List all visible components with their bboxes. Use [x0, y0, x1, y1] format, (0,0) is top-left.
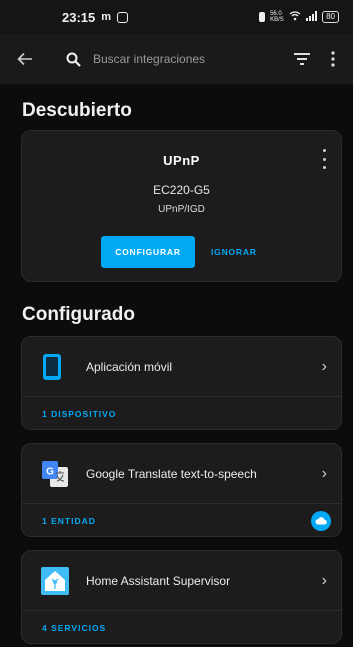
integration-header[interactable]: G Google Translate text-to-speech ›	[22, 444, 341, 504]
discovered-card: UPnP EC220-G5 UPnP/IGD CONFIGURAR IGNORA…	[21, 130, 342, 282]
chevron-right-icon: ›	[321, 357, 327, 375]
network-speed: 56.0 KB/S	[270, 11, 284, 23]
dot	[322, 149, 326, 152]
status-left: 23:15 m	[62, 9, 129, 25]
vibrate-icon	[259, 12, 266, 22]
integration-card-google-translate: G Google Translate text-to-speech › 1 EN…	[21, 443, 342, 537]
overflow-menu-button[interactable]	[323, 44, 343, 74]
search-bar[interactable]	[66, 51, 287, 67]
arrow-left-icon	[17, 52, 32, 66]
app-bar	[0, 34, 353, 84]
m-icon: m	[101, 11, 112, 23]
search-icon	[66, 52, 81, 67]
svg-text:G: G	[46, 466, 54, 477]
upnp-logo: UPnP	[163, 153, 200, 168]
google-translate-icon: G	[40, 460, 70, 488]
devices-link[interactable]: 1 DISPOSITIVO	[42, 409, 116, 419]
device-protocol: UPnP/IGD	[158, 204, 205, 215]
home-assistant-icon	[40, 566, 70, 595]
integration-name: Google Translate text-to-speech	[86, 466, 257, 481]
integration-header[interactable]: Aplicación móvil ›	[22, 337, 341, 397]
signal-icon	[306, 11, 318, 23]
battery-indicator: 80	[322, 11, 339, 23]
chevron-right-icon: ›	[321, 571, 327, 589]
wifi-icon	[289, 11, 301, 23]
entities-link[interactable]: 1 ENTIDAD	[42, 516, 96, 526]
filter-icon	[294, 53, 310, 65]
status-time: 23:15	[62, 9, 96, 25]
integration-footer: 1 ENTIDAD	[22, 504, 341, 537]
status-bar: 23:15 m 56.0 KB/S 80	[0, 0, 353, 34]
dot	[322, 157, 326, 161]
integration-name: Home Assistant Supervisor	[86, 573, 231, 588]
integration-card-supervisor: Home Assistant Supervisor › 4 SERVICIOS	[21, 550, 342, 644]
back-button[interactable]	[10, 44, 40, 74]
search-input[interactable]	[91, 51, 235, 67]
integration-name: Aplicación móvil	[86, 359, 173, 374]
filter-button[interactable]	[287, 44, 317, 74]
status-right: 56.0 KB/S 80	[259, 11, 339, 23]
device-name: EC220-G5	[153, 183, 210, 197]
integration-footer: 4 SERVICIOS	[22, 611, 341, 644]
chevron-right-icon: ›	[321, 464, 327, 482]
integration-header[interactable]: Home Assistant Supervisor ›	[22, 551, 341, 611]
integration-footer: 1 DISPOSITIVO	[22, 397, 341, 430]
ignore-button[interactable]: IGNORAR	[205, 236, 263, 268]
discovered-section-title: Descubierto	[22, 100, 132, 121]
instagram-icon	[117, 11, 129, 23]
services-link[interactable]: 4 SERVICIOS	[42, 623, 106, 633]
configured-section-title: Configurado	[22, 304, 135, 325]
dot	[322, 166, 326, 169]
integration-card-mobile-app: Aplicación móvil › 1 DISPOSITIVO	[21, 336, 342, 430]
card-menu-button[interactable]	[319, 149, 329, 169]
cloud-icon	[311, 510, 331, 531]
more-vertical-icon	[331, 51, 335, 67]
configure-button[interactable]: CONFIGURAR	[101, 236, 195, 268]
phone-icon	[40, 353, 64, 381]
